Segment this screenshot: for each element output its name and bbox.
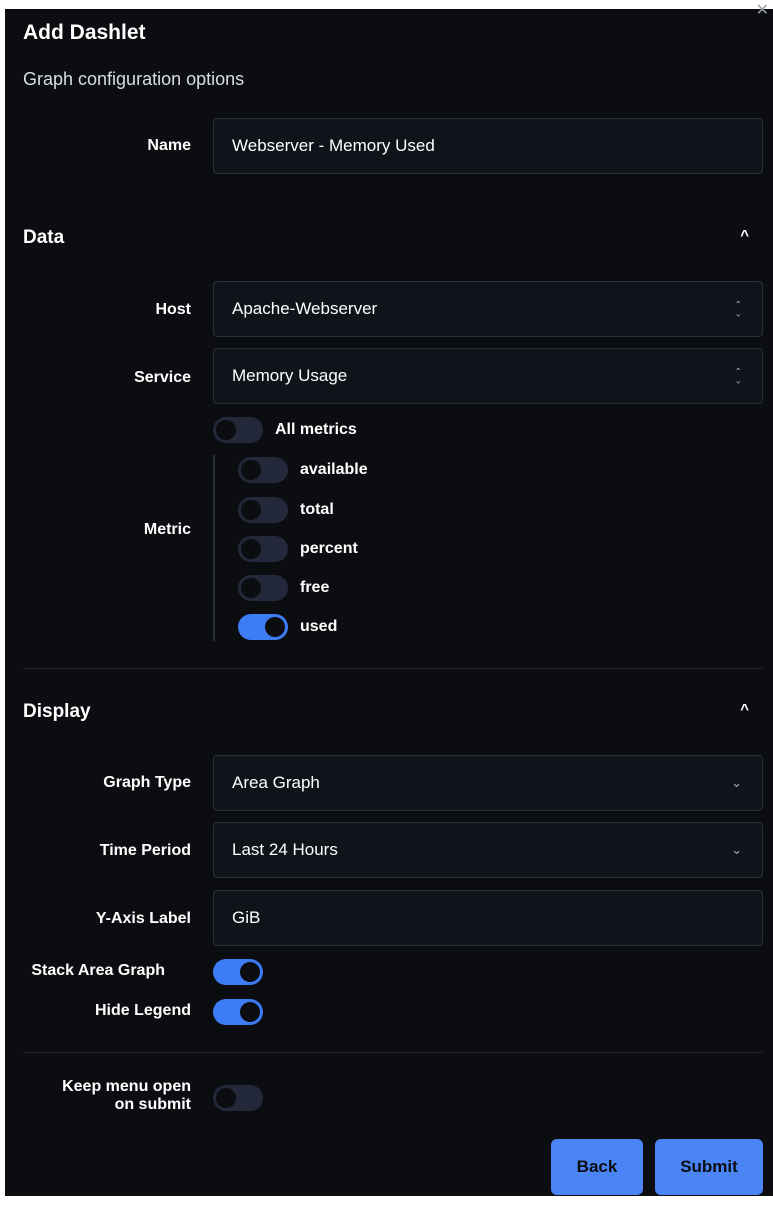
time-period-label: Time Period xyxy=(99,842,191,859)
updown-chevron-icon: ⌃ ⌄ xyxy=(734,366,742,386)
add-dashlet-dialog: ✕ Add Dashlet Graph configuration option… xyxy=(5,3,773,1196)
chevron-down-icon: ⌄ xyxy=(731,775,742,790)
stack-area-label: Stack Area Graph xyxy=(31,962,165,979)
updown-chevron-icon: ⌃ ⌄ xyxy=(734,299,742,319)
metric-label-used: used xyxy=(300,618,338,635)
time-period-select[interactable]: Last 24 Hours ⌄ xyxy=(213,822,763,878)
section-divider xyxy=(23,1052,763,1053)
all-metrics-label: All metrics xyxy=(275,421,357,438)
graph-type-label: Graph Type xyxy=(103,774,191,791)
dialog-title: Add Dashlet xyxy=(23,21,146,44)
graph-type-value: Area Graph xyxy=(232,773,320,792)
y-axis-label: Y-Axis Label xyxy=(95,910,191,927)
metric-toggle-percent[interactable] xyxy=(238,536,288,562)
metric-label-total: total xyxy=(300,501,334,518)
keep-open-label: Keep menu open on submit xyxy=(15,1078,191,1114)
name-label: Name xyxy=(147,137,191,154)
host-value: Apache-Webserver xyxy=(232,299,378,318)
section-divider xyxy=(23,668,763,669)
keep-open-label-line2: on submit xyxy=(114,1096,191,1113)
name-input[interactable] xyxy=(213,118,763,174)
service-value: Memory Usage xyxy=(232,366,348,385)
metric-label-available: available xyxy=(300,461,368,478)
metric-label-percent: percent xyxy=(300,540,358,557)
chevron-up-icon[interactable]: ^ xyxy=(740,227,749,244)
service-select[interactable]: Memory Usage ⌃ ⌄ xyxy=(213,348,763,404)
y-axis-input[interactable] xyxy=(213,890,763,946)
dialog-subtitle: Graph configuration options xyxy=(23,69,245,89)
chevron-down-icon: ⌄ xyxy=(731,842,742,857)
back-button[interactable]: Back xyxy=(551,1139,643,1195)
metric-toggle-used[interactable] xyxy=(238,614,288,640)
host-label: Host xyxy=(155,301,191,318)
metric-toggle-available[interactable] xyxy=(238,457,288,483)
close-icon[interactable]: ✕ xyxy=(756,3,769,19)
data-section-title: Data xyxy=(23,227,65,248)
stack-area-toggle[interactable] xyxy=(213,959,263,985)
y-axis-input-text[interactable] xyxy=(232,908,762,928)
metric-label-free: free xyxy=(300,579,330,596)
submit-button[interactable]: Submit xyxy=(655,1139,763,1195)
keep-open-toggle[interactable] xyxy=(213,1085,263,1111)
chevron-up-icon[interactable]: ^ xyxy=(740,701,749,718)
display-section-title: Display xyxy=(23,701,91,722)
metric-toggle-total[interactable] xyxy=(238,497,288,523)
keep-open-label-line1: Keep menu open xyxy=(62,1078,191,1095)
graph-type-select[interactable]: Area Graph ⌄ xyxy=(213,755,763,811)
host-select[interactable]: Apache-Webserver ⌃ ⌄ xyxy=(213,281,763,337)
hide-legend-label: Hide Legend xyxy=(94,1002,191,1019)
metric-group-line xyxy=(213,455,215,641)
name-input-text[interactable] xyxy=(232,136,762,156)
hide-legend-toggle[interactable] xyxy=(213,999,263,1025)
service-label: Service xyxy=(134,369,191,386)
time-period-value: Last 24 Hours xyxy=(232,840,338,859)
metric-toggle-free[interactable] xyxy=(238,575,288,601)
all-metrics-toggle[interactable] xyxy=(213,417,263,443)
metric-label: Metric xyxy=(143,521,191,538)
